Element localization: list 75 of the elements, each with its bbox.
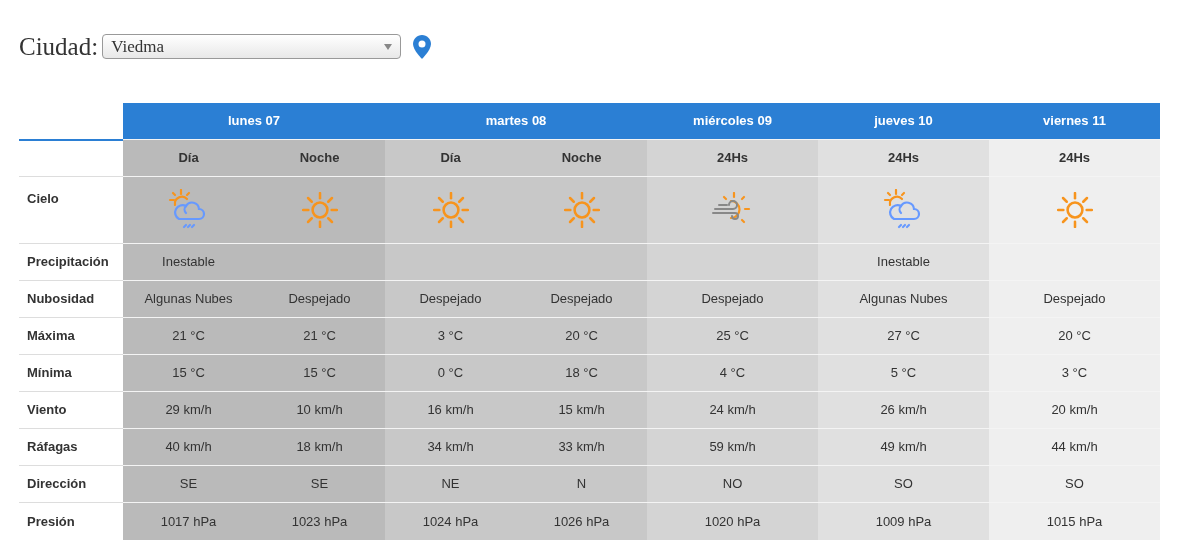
gusts-cell: 49 km/h	[818, 428, 989, 466]
min-temp-cell: 3 °C	[989, 354, 1160, 392]
day-header: jueves 10	[818, 102, 989, 140]
max-temp-cell: 27 °C	[818, 317, 989, 355]
min-temp-cell: 0 °C	[385, 354, 516, 392]
cloudiness-cell: Despejado	[254, 280, 385, 318]
day-header: miércoles 09	[647, 102, 818, 140]
direction-cell: SO	[989, 465, 1160, 503]
cloudiness-cell: Despejado	[516, 280, 647, 318]
wind-cell: 15 km/h	[516, 391, 647, 429]
row-label: Nubosidad	[19, 280, 123, 318]
gusts-cell: 33 km/h	[516, 428, 647, 466]
pressure-cell: 1020 hPa	[647, 502, 818, 540]
direction-cell: N	[516, 465, 647, 503]
direction-cell: NE	[385, 465, 516, 503]
precipitation-cell: Inestable	[123, 243, 254, 281]
row-label: Presión	[19, 502, 123, 540]
wind-cell: 26 km/h	[818, 391, 989, 429]
max-temp-cell: 3 °C	[385, 317, 516, 355]
period-header: 24Hs	[818, 139, 989, 177]
day-header: lunes 07	[123, 102, 385, 140]
min-temp-cell: 5 °C	[818, 354, 989, 392]
pressure-cell: 1017 hPa	[123, 502, 254, 540]
gusts-cell: 18 km/h	[254, 428, 385, 466]
max-temp-cell: 20 °C	[516, 317, 647, 355]
min-temp-cell: 15 °C	[254, 354, 385, 392]
city-select[interactable]: Viedma	[102, 34, 402, 60]
cloudiness-cell: Despejado	[647, 280, 818, 318]
wind-cell: 29 km/h	[123, 391, 254, 429]
min-temp-cell: 15 °C	[123, 354, 254, 392]
min-temp-cell: 18 °C	[516, 354, 647, 392]
precipitation-cell: Inestable	[818, 243, 989, 281]
wind-cell: 24 km/h	[647, 391, 818, 429]
wind-cell: 10 km/h	[254, 391, 385, 429]
row-label: Dirección	[19, 465, 123, 503]
direction-cell: SO	[818, 465, 989, 503]
period-header: Día	[385, 139, 516, 177]
day-header: viernes 11	[989, 102, 1160, 140]
pressure-cell: 1015 hPa	[989, 502, 1160, 540]
max-temp-cell: 25 °C	[647, 317, 818, 355]
day-header: martes 08	[385, 102, 647, 140]
max-temp-cell: 21 °C	[123, 317, 254, 355]
cloudiness-cell: Algunas Nubes	[123, 280, 254, 318]
period-header: Noche	[516, 139, 647, 177]
gusts-cell: 44 km/h	[989, 428, 1160, 466]
cloudiness-cell: Despejado	[989, 280, 1160, 318]
row-label: Mínima	[19, 354, 123, 392]
row-label: Viento	[19, 391, 123, 429]
cloudiness-cell: Despejado	[385, 280, 516, 318]
max-temp-cell: 21 °C	[254, 317, 385, 355]
period-header: Día	[123, 139, 254, 177]
direction-cell: SE	[123, 465, 254, 503]
gusts-cell: 40 km/h	[123, 428, 254, 466]
period-header: 24Hs	[989, 139, 1160, 177]
direction-cell: NO	[647, 465, 818, 503]
row-label: Ráfagas	[19, 428, 123, 466]
min-temp-cell: 4 °C	[647, 354, 818, 392]
period-header: Noche	[254, 139, 385, 177]
city-label: Ciudad:	[19, 32, 99, 62]
pressure-cell: 1009 hPa	[818, 502, 989, 540]
direction-cell: SE	[254, 465, 385, 503]
wind-cell: 16 km/h	[385, 391, 516, 429]
row-label: Precipitación	[19, 243, 123, 281]
wind-cell: 20 km/h	[989, 391, 1160, 429]
period-header: 24Hs	[647, 139, 818, 177]
row-label: Máxima	[19, 317, 123, 355]
pressure-cell: 1026 hPa	[516, 502, 647, 540]
pressure-cell: 1023 hPa	[254, 502, 385, 540]
cloudiness-cell: Algunas Nubes	[818, 280, 989, 318]
gusts-cell: 34 km/h	[385, 428, 516, 466]
max-temp-cell: 20 °C	[989, 317, 1160, 355]
row-label: Cielo	[19, 176, 123, 244]
gusts-cell: 59 km/h	[647, 428, 818, 466]
location-pin-icon[interactable]	[413, 34, 432, 59]
pressure-cell: 1024 hPa	[385, 502, 516, 540]
